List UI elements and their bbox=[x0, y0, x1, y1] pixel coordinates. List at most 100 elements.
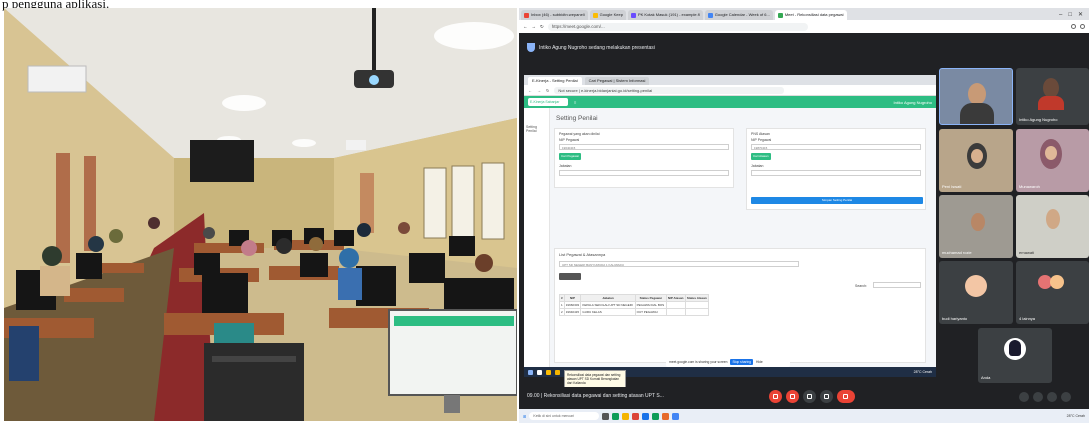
unit-filter-select[interactable]: UPT SD NEGERI BANYUMUDA 1 KALIWADU bbox=[559, 261, 799, 267]
participant-name: Anda bbox=[981, 375, 991, 380]
pegawai-table: # NIP Jabatan Status Pegawai NIP Atasan … bbox=[559, 294, 710, 316]
participant-tile-anda[interactable]: Anda bbox=[978, 328, 1052, 383]
meet-icon bbox=[777, 12, 783, 18]
shared-tab-strip: E-Kinerja - Setting Penilai Cari Pegawai… bbox=[524, 75, 936, 85]
windows-start-icon[interactable] bbox=[528, 369, 533, 375]
col-nip-atasan: NIP Atasan bbox=[665, 294, 686, 302]
participant-tile-others[interactable]: 4 lainnya bbox=[1016, 261, 1089, 324]
table-row[interactable]: 2 19640415 GURU KELAS OUT PEGAWAI bbox=[559, 308, 710, 316]
minimize-icon[interactable]: – bbox=[1059, 10, 1062, 20]
url-field[interactable]: https://meet.google.com/... bbox=[547, 22, 808, 31]
browser-tab-inbox[interactable]: Inbox (46) - subbidtn.wepaneli bbox=[521, 10, 588, 20]
more-options-button[interactable] bbox=[820, 390, 833, 403]
col-jabatan: Jabatan bbox=[580, 294, 636, 302]
participant-name: Peni Iswati bbox=[942, 184, 962, 189]
search-icon[interactable] bbox=[537, 369, 542, 375]
meet-controls-bar: 09.00 | Rekonsiliasi data pegawai dan se… bbox=[519, 387, 1089, 407]
shared-url-field[interactable]: Not secure | e-kinerja.bidanjaniai.go.id… bbox=[554, 86, 785, 94]
phone-hangup-icon bbox=[843, 394, 848, 399]
browser-tab-strip: Inbox (46) - subbidtn.wepaneli Google Ke… bbox=[519, 8, 1089, 20]
maximize-icon[interactable]: □ bbox=[1068, 10, 1072, 20]
browser-tab-keep[interactable]: Google Keep bbox=[589, 10, 626, 20]
edge-icon[interactable] bbox=[612, 412, 620, 420]
taskbar-search-input[interactable]: Ketik di sini untuk mencari bbox=[529, 412, 600, 420]
nip-pegawai-input[interactable]: 19640415 bbox=[559, 144, 729, 150]
host-tray-weather: 28°C Cerah bbox=[1066, 414, 1085, 418]
host-taskbar: ⊞ Ketik di sini untuk mencari 28°C Cerah bbox=[519, 409, 1089, 423]
end-call-button[interactable] bbox=[837, 390, 855, 403]
browser-tab-meet[interactable]: Meet - Rekonsiliasi data pegawai bbox=[774, 10, 847, 20]
presenting-banner: Intiko Agung Nugroho sedang melakukan pr… bbox=[519, 33, 1089, 66]
powerpoint-icon[interactable] bbox=[662, 412, 670, 420]
camera-off-icon bbox=[790, 394, 795, 399]
mic-toggle-button[interactable] bbox=[769, 390, 782, 403]
nip-atasan-input[interactable]: 19870415 bbox=[751, 144, 921, 150]
info-button[interactable] bbox=[1019, 392, 1029, 402]
shared-tray-weather: 28°C Cerah bbox=[913, 370, 932, 374]
present-button[interactable] bbox=[803, 390, 816, 403]
panel-atasan-title: PNS Atasan bbox=[751, 132, 770, 136]
explorer-icon[interactable] bbox=[555, 369, 560, 375]
table-header-row: # NIP Jabatan Status Pegawai NIP Atasan … bbox=[559, 294, 710, 302]
cari-pegawai-button[interactable]: Cari Pegawai bbox=[559, 153, 581, 160]
chrome-icon[interactable] bbox=[546, 369, 551, 375]
menu-icon[interactable]: ≡ bbox=[574, 100, 576, 105]
task-view-icon[interactable] bbox=[602, 412, 610, 420]
participant-name: Munawaroh bbox=[1019, 184, 1040, 189]
shared-tab-cari-pegawai[interactable]: Cari Pegawai | Sistem Informasi bbox=[584, 77, 650, 85]
participant-tile[interactable]: Peni Iswati bbox=[939, 129, 1013, 192]
cari-atasan-button[interactable]: Cari Atasan bbox=[751, 153, 771, 160]
windows-start-icon[interactable]: ⊞ bbox=[523, 414, 526, 419]
participant-face bbox=[1045, 146, 1057, 160]
jabatan-label: Jabatan bbox=[559, 164, 572, 168]
app-body: Setting Penilai Setting Penilai Pegawai … bbox=[524, 108, 936, 367]
chrome-icon[interactable] bbox=[632, 412, 640, 420]
panel-atasan: PNS Atasan NIP Pegawai 19870415 Cari Ata… bbox=[746, 128, 926, 210]
hide-button[interactable]: Hide bbox=[756, 360, 763, 364]
shared-tab-setting-penilai[interactable]: E-Kinerja - Setting Penilai bbox=[528, 77, 582, 85]
extensions-icon[interactable] bbox=[1071, 24, 1076, 29]
people-button[interactable] bbox=[1033, 392, 1043, 402]
browser-tab-mail[interactable]: PK Kotak Masuk (191) - example.fl bbox=[627, 10, 703, 20]
stop-sharing-button[interactable]: Stop sharing bbox=[730, 359, 753, 365]
participant-avatar bbox=[1050, 275, 1064, 289]
participant-tile[interactable]: muchamad rozie bbox=[939, 195, 1013, 258]
shared-screen: E-Kinerja - Setting Penilai Cari Pegawai… bbox=[524, 75, 936, 367]
participant-body bbox=[1038, 96, 1064, 110]
table-row[interactable]: 1 19660303 KEPALA SEKOLAH UPT SD NEGERI … bbox=[559, 301, 710, 309]
participant-tile[interactable]: ernawati bbox=[1016, 195, 1089, 258]
participant-tile-self[interactable] bbox=[939, 68, 1013, 125]
forward-icon[interactable]: → bbox=[537, 88, 541, 93]
participant-tile-presenter[interactable]: Intiko Agung Nugroho bbox=[1016, 68, 1089, 125]
jabatan-select[interactable] bbox=[559, 170, 729, 176]
profile-icon[interactable] bbox=[1080, 24, 1085, 29]
browser-tab-calendar[interactable]: Google Calendar - Week of 6... bbox=[704, 10, 773, 20]
participant-tile[interactable]: Munawaroh bbox=[1016, 129, 1089, 192]
app-header: E-Kinerja Sabanjar ≡ Intiko Agung Nugroh… bbox=[524, 96, 936, 108]
user-menu[interactable]: Intiko Agung Nugroho bbox=[894, 100, 932, 105]
excel-icon[interactable] bbox=[652, 412, 660, 420]
close-icon[interactable]: ✕ bbox=[1078, 10, 1083, 20]
explorer-icon[interactable] bbox=[622, 412, 630, 420]
col-status-atasan: Status Atasan bbox=[684, 294, 710, 302]
simpan-setting-button[interactable]: Simpan Setting Penilai bbox=[751, 197, 923, 204]
training-room-photo bbox=[4, 8, 517, 421]
activities-button[interactable] bbox=[1061, 392, 1071, 402]
reload-icon[interactable]: ↻ bbox=[546, 88, 549, 93]
chat-button[interactable] bbox=[1047, 392, 1057, 402]
jabatan-atasan-select[interactable] bbox=[751, 170, 921, 176]
sidebar-item-setting-penilai[interactable]: Setting Penilai bbox=[526, 125, 547, 133]
word-icon[interactable] bbox=[642, 412, 650, 420]
table-search-input[interactable] bbox=[873, 282, 921, 288]
participant-name: Intiko Agung Nugroho bbox=[1019, 117, 1058, 122]
forward-icon[interactable]: → bbox=[532, 24, 537, 29]
mail-icon bbox=[630, 12, 636, 18]
participant-name: 4 lainnya bbox=[1019, 316, 1036, 321]
reload-icon[interactable]: ↻ bbox=[540, 24, 544, 30]
participant-tile[interactable]: budi hariyanto bbox=[939, 261, 1013, 324]
back-icon[interactable]: ← bbox=[523, 24, 528, 29]
back-icon[interactable]: ← bbox=[528, 88, 532, 93]
mail-icon[interactable] bbox=[672, 412, 680, 420]
camera-toggle-button[interactable] bbox=[786, 390, 799, 403]
show-button[interactable] bbox=[559, 273, 581, 280]
